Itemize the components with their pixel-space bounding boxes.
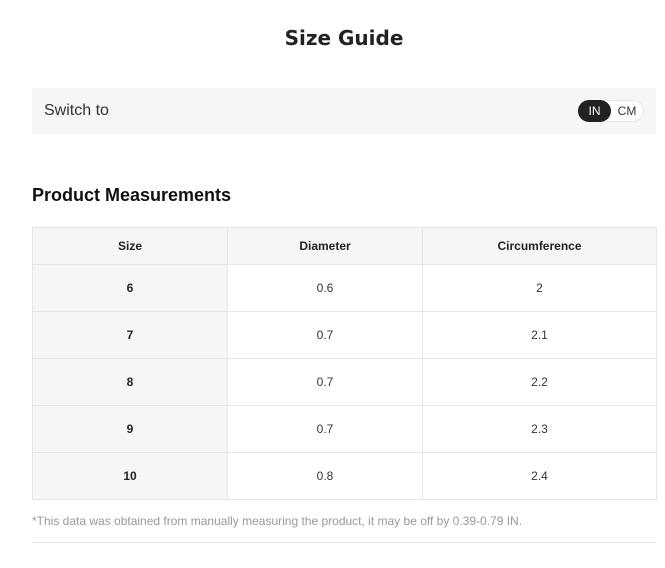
section-title: Product Measurements	[32, 185, 232, 205]
divider	[32, 542, 656, 543]
circumference-cell: 2.3	[422, 405, 657, 453]
circumference-cell: 2.1	[422, 311, 657, 359]
column-header-diameter: Diameter	[227, 227, 423, 265]
size-cell: 8	[32, 358, 228, 406]
column-header-size: Size	[32, 227, 228, 265]
measurement-note: *This data was obtained from manually me…	[32, 514, 523, 528]
diameter-cell: 0.6	[227, 264, 423, 312]
page-title: Size Guide	[284, 26, 404, 50]
unit-toggle[interactable]: IN CM	[578, 100, 644, 122]
table-header-row: Size Diameter Circumference	[32, 227, 657, 265]
size-cell: 9	[32, 405, 228, 453]
unit-switch-bar: Switch to IN CM	[32, 88, 656, 134]
table-row: 7 0.7 2.1	[32, 311, 657, 359]
measurements-table: Size Diameter Circumference 6 0.6 2 7 0.…	[32, 227, 657, 500]
diameter-cell: 0.7	[227, 311, 423, 359]
table-row: 8 0.7 2.2	[32, 358, 657, 406]
size-cell: 6	[32, 264, 228, 312]
unit-option-in[interactable]: IN	[578, 100, 611, 122]
table-row: 6 0.6 2	[32, 264, 657, 312]
table-row: 10 0.8 2.4	[32, 452, 657, 500]
size-cell: 7	[32, 311, 228, 359]
column-header-circumference: Circumference	[422, 227, 657, 265]
circumference-cell: 2	[422, 264, 657, 312]
switch-label: Switch to	[44, 102, 109, 119]
diameter-cell: 0.7	[227, 358, 423, 406]
circumference-cell: 2.4	[422, 452, 657, 500]
unit-option-cm[interactable]: CM	[611, 100, 643, 122]
table-row: 9 0.7 2.3	[32, 405, 657, 453]
size-cell: 10	[32, 452, 228, 500]
diameter-cell: 0.7	[227, 405, 423, 453]
diameter-cell: 0.8	[227, 452, 423, 500]
circumference-cell: 2.2	[422, 358, 657, 406]
